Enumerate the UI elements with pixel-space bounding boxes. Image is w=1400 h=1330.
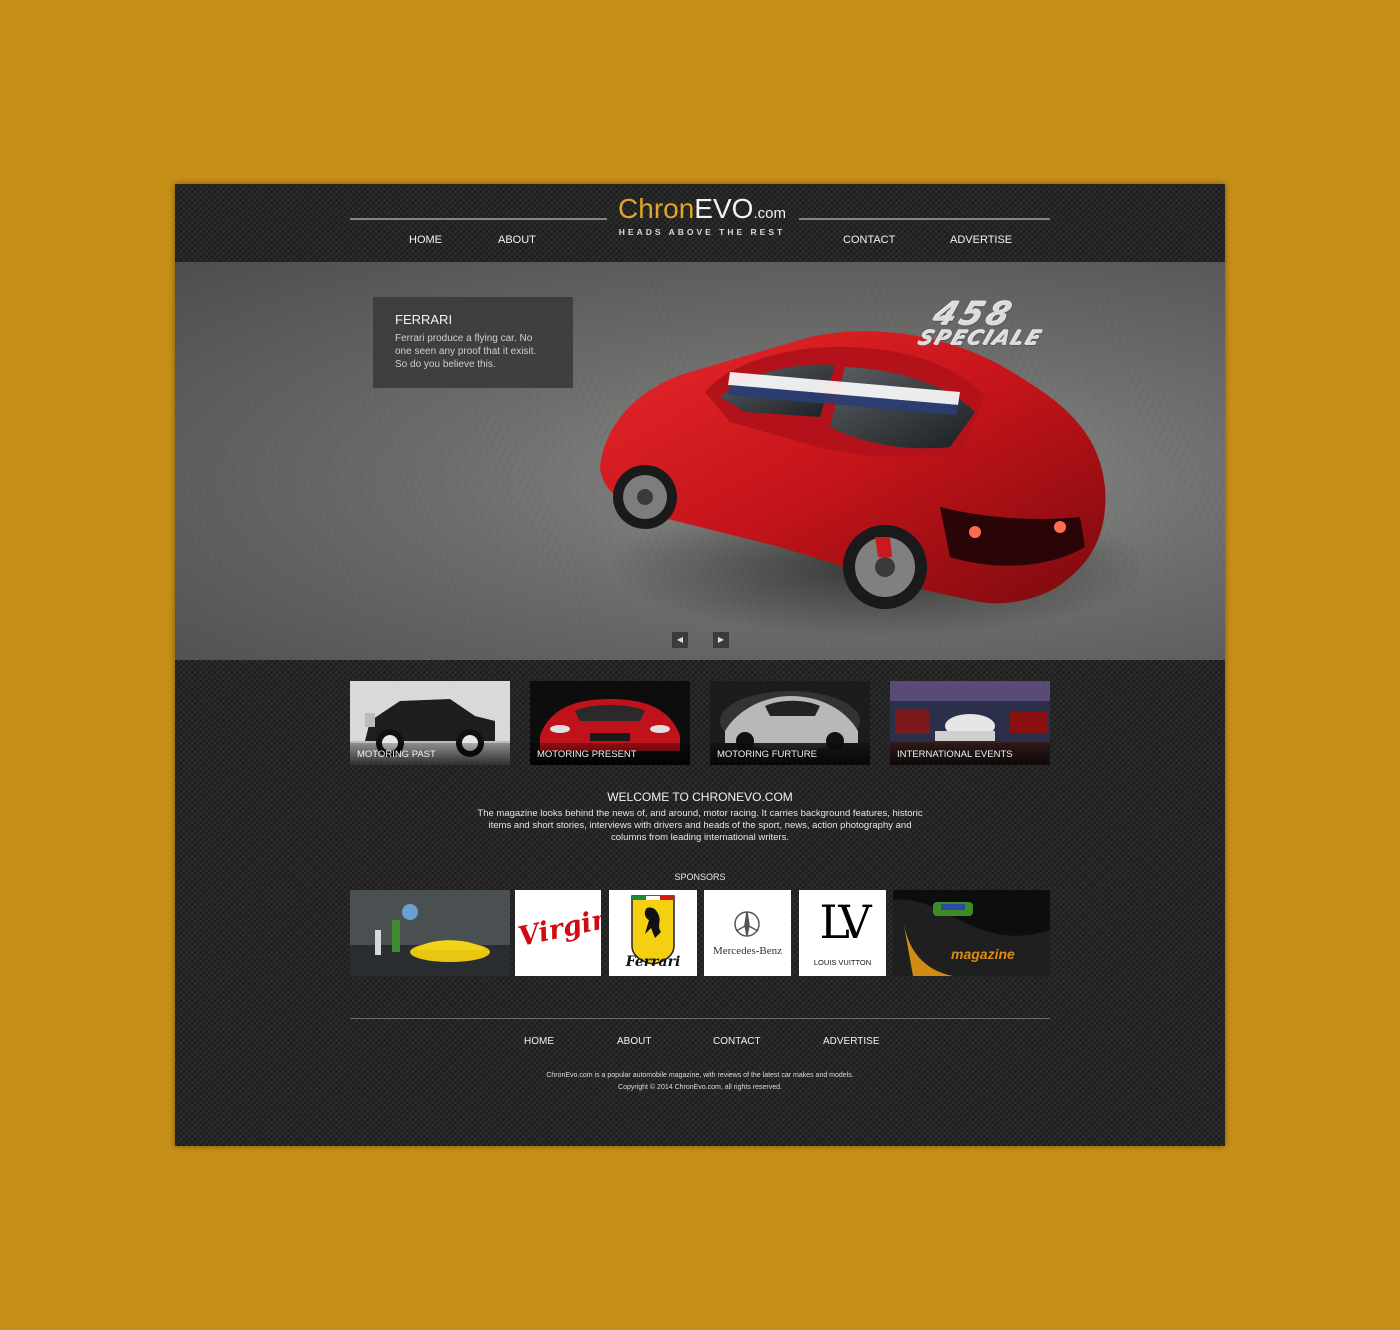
category-label: MOTORING FURTURE: [710, 743, 870, 765]
racing-magazine-logo: [893, 890, 1050, 976]
category-label: MOTORING PAST: [350, 743, 510, 765]
footer-nav-advertise[interactable]: ADVERTISE: [823, 1036, 880, 1047]
mercedes-wordmark: Mercedes-Benz: [712, 945, 783, 957]
header-rule-right: [799, 218, 1050, 220]
sponsor-mercedes[interactable]: Mercedes-Benz: [704, 890, 791, 976]
logo-tagline: HEADS ABOVE THE REST: [618, 227, 786, 237]
nav-contact[interactable]: CONTACT: [843, 234, 895, 246]
sponsors-title: SPONSORS: [674, 872, 726, 882]
footer-rule: [350, 1018, 1050, 1019]
slider-prev-button[interactable]: ◀: [672, 632, 688, 648]
virgin-logo: Virgin: [515, 903, 601, 953]
slider-next-button[interactable]: ▶: [713, 632, 729, 648]
logo-chron: Chron: [618, 193, 695, 224]
sponsor-magazine[interactable]: magazine: [893, 890, 1050, 976]
footer-nav-contact[interactable]: CONTACT: [713, 1036, 761, 1047]
category-label: INTERNATIONAL EVENTS: [890, 743, 1050, 765]
sponsor-ferrari[interactable]: Ferrari: [609, 890, 697, 976]
category-motoring-past[interactable]: MOTORING PAST: [350, 681, 510, 765]
site-header: ChronEVO.com HEADS ABOVE THE REST HOME A…: [175, 184, 1225, 262]
caption-title: FERRARI: [395, 312, 453, 327]
website-frame: ChronEVO.com HEADS ABOVE THE REST HOME A…: [175, 184, 1225, 1146]
lv-monogram: LV: [819, 895, 871, 949]
arrow-right-icon: ▶: [717, 635, 725, 644]
sponsor-car-wash[interactable]: [350, 890, 510, 976]
footer-nav-home[interactable]: HOME: [524, 1036, 554, 1047]
car-wash-logo: [350, 890, 510, 976]
logo-com: .com: [753, 205, 786, 222]
caption-text: Ferrari produce a flying car. No one see…: [395, 333, 537, 370]
nav-about[interactable]: ABOUT: [498, 234, 536, 246]
site-logo[interactable]: ChronEVO.com HEADS ABOVE THE REST: [612, 192, 792, 237]
sponsor-virgin[interactable]: Virgin: [515, 890, 601, 976]
arrow-left-icon: ◀: [676, 635, 684, 644]
sponsor-louis-vuitton[interactable]: LV LOUIS VUITTON: [799, 890, 886, 976]
ferrari-car-image: [600, 331, 1140, 637]
magazine-wordmark: magazine: [951, 946, 1015, 962]
hero-slider: 458 SPECIALE FERRARI Ferrari produce a f…: [175, 262, 1225, 660]
welcome-title: WELCOME TO CHRONEVO.COM: [607, 790, 793, 804]
welcome-text: The magazine looks behind the news of, a…: [477, 808, 923, 843]
footer-description: ChronEvo.com is a popular automobile mag…: [546, 1072, 854, 1079]
category-motoring-present[interactable]: MOTORING PRESENT: [530, 681, 690, 765]
footer-nav-about[interactable]: ABOUT: [617, 1036, 651, 1047]
ferrari-wordmark: Ferrari: [625, 954, 681, 970]
slide-caption: FERRARI Ferrari produce a flying car. No…: [373, 297, 573, 388]
header-rule-left: [350, 218, 607, 220]
footer-copyright: Copyright © 2014 ChronEvo.com, all right…: [618, 1084, 782, 1091]
lv-wordmark: LOUIS VUITTON: [813, 958, 872, 967]
badge-word: SPECIALE: [915, 325, 1047, 350]
nav-home[interactable]: HOME: [409, 234, 442, 246]
badge-number: 458: [928, 295, 1022, 333]
nav-advertise[interactable]: ADVERTISE: [950, 234, 1012, 246]
model-badge-458-speciale: 458 SPECIALE: [886, 295, 1056, 350]
mercedes-star-logo: [734, 911, 760, 937]
category-international-events[interactable]: INTERNATIONAL EVENTS: [890, 681, 1050, 765]
logo-evo: EVO: [694, 193, 754, 224]
category-motoring-future[interactable]: MOTORING FURTURE: [710, 681, 870, 765]
category-label: MOTORING PRESENT: [530, 743, 690, 765]
logo-wordmark: ChronEVO.com: [612, 192, 792, 231]
